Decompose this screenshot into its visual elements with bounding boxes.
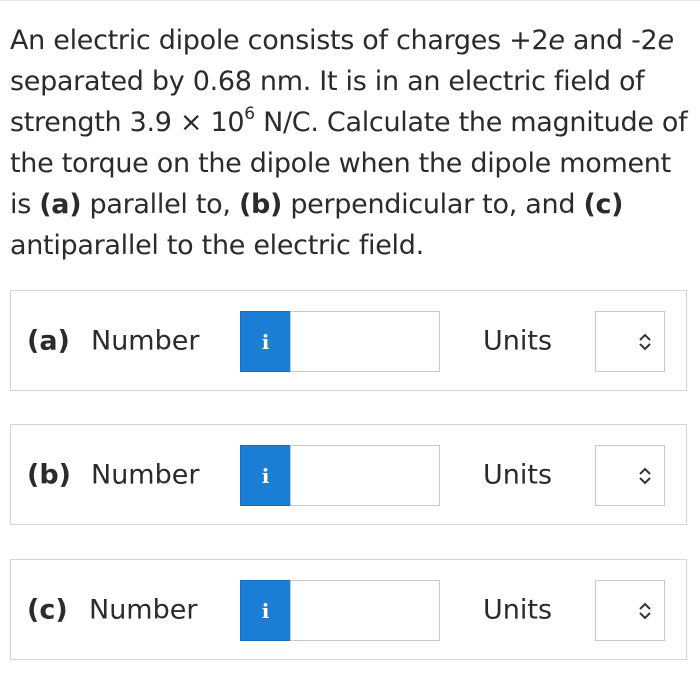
number-input-b[interactable] (290, 445, 440, 506)
units-select-b[interactable] (595, 445, 665, 506)
info-icon: i (261, 598, 270, 623)
info-button-c[interactable]: i (240, 580, 291, 641)
units-label-c: Units (483, 594, 553, 625)
units-label-b: Units (483, 459, 553, 490)
info-icon: i (261, 329, 270, 354)
number-label-a: Number (91, 325, 200, 356)
part-label-a: (a) (27, 325, 70, 356)
question-line-5: is (a) parallel to, (b) perpendicular to… (10, 189, 624, 220)
info-button-a[interactable]: i (240, 311, 291, 372)
number-label-b: Number (91, 459, 200, 490)
info-button-b[interactable]: i (240, 445, 291, 506)
answer-row-b: (b) Number i Units (10, 424, 687, 525)
part-label-b: (b) (27, 459, 72, 490)
number-label-c: Number (89, 594, 198, 625)
up-down-chevron-icon (639, 333, 651, 350)
question-line-6: antiparallel to the electric field. (10, 230, 424, 261)
up-down-chevron-icon (639, 467, 651, 484)
info-icon: i (261, 463, 270, 488)
units-label-a: Units (483, 325, 553, 356)
top-divider (0, 0, 700, 1)
units-select-a[interactable] (595, 311, 665, 372)
question-text: An electric dipole consists of charges +… (10, 20, 690, 266)
question-line-3: strength 3.9 × 106 N/C. Calculate the ma… (10, 104, 688, 139)
question-line-2: separated by 0.68 nm. It is in an electr… (10, 66, 645, 97)
answer-row-c: (c) Number i Units (10, 559, 687, 660)
number-input-a[interactable] (290, 311, 440, 372)
number-input-c[interactable] (290, 580, 440, 641)
up-down-chevron-icon (639, 602, 651, 619)
units-select-c[interactable] (595, 580, 665, 641)
part-label-c: (c) (27, 594, 68, 625)
question-line-4: the torque on the dipole when the dipole… (10, 148, 671, 179)
answer-row-a: (a) Number i Units (10, 290, 687, 391)
question-line-1: An electric dipole consists of charges +… (10, 25, 674, 56)
